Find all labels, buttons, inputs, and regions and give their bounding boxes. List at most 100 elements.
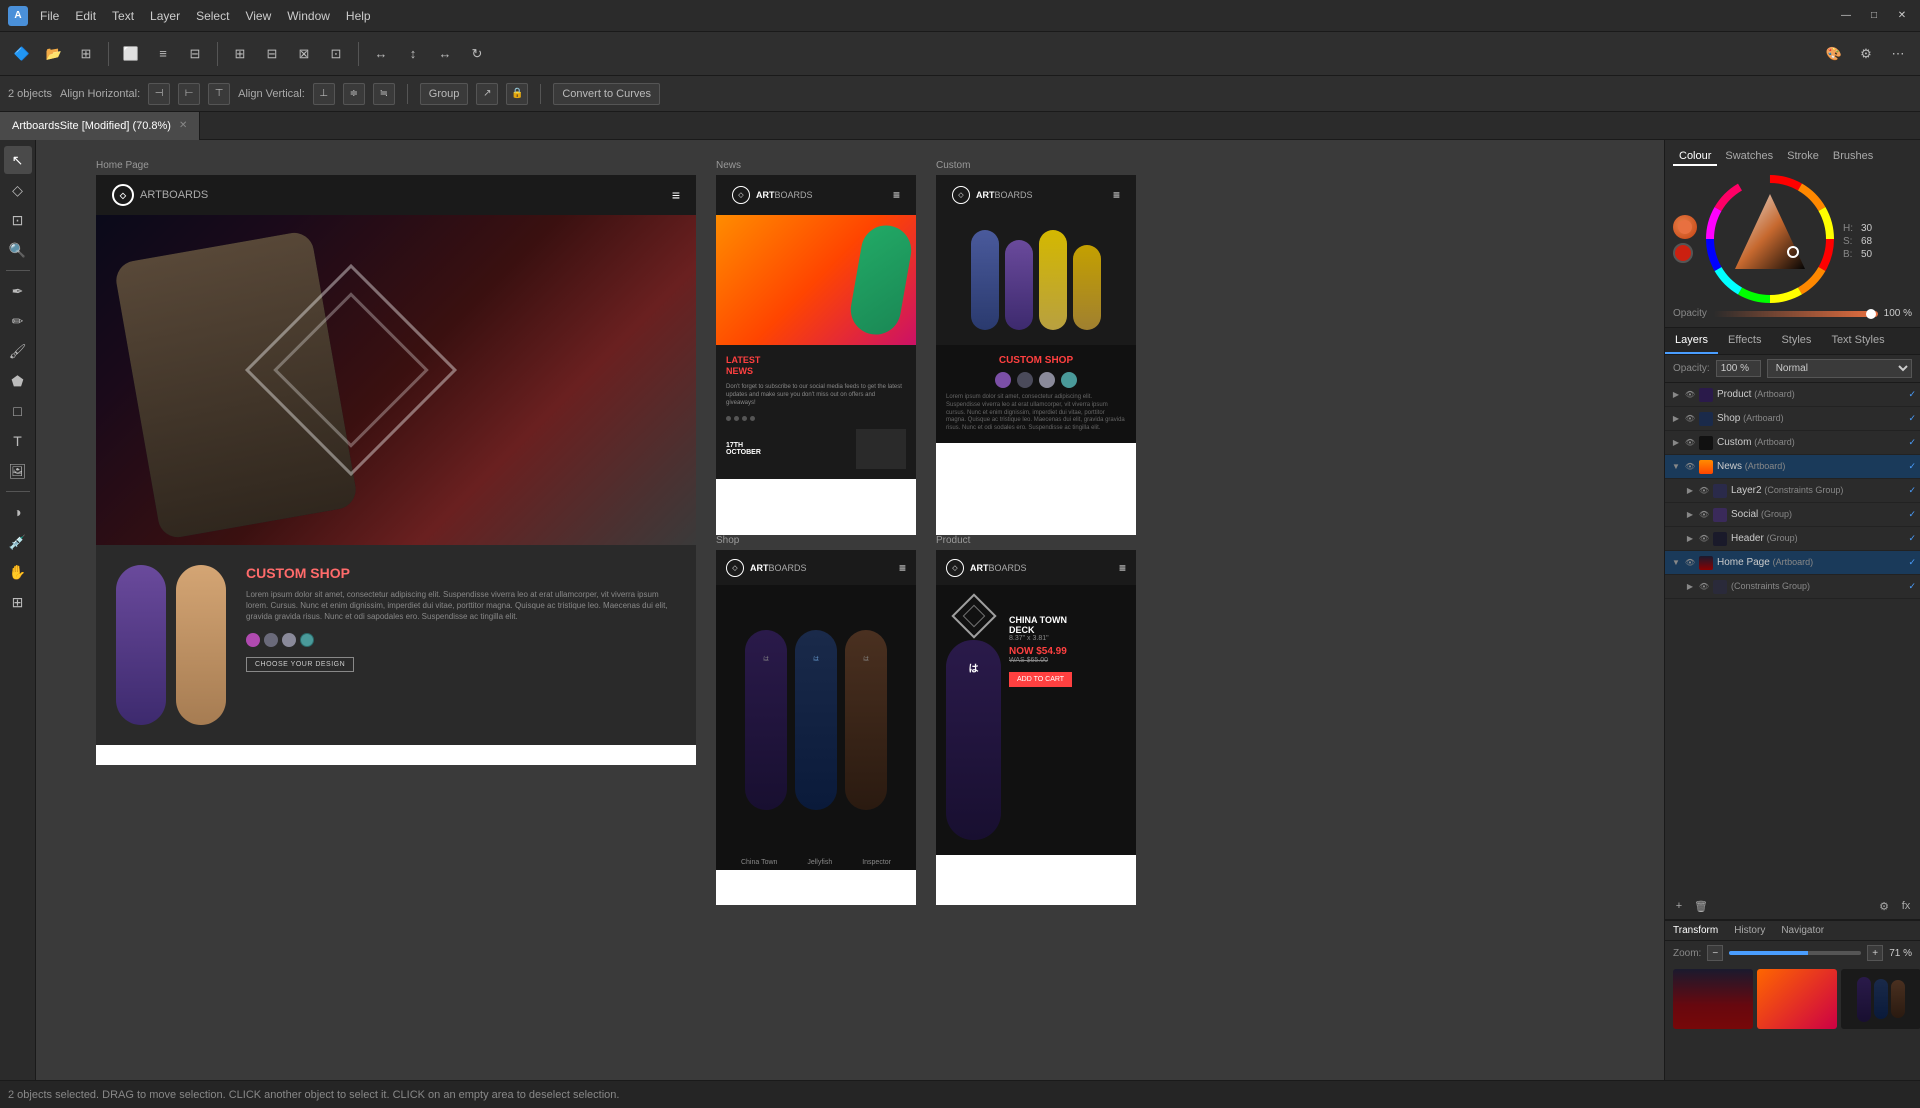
brush-tool[interactable]: 🖌 [4,337,32,365]
home-menu-icon[interactable]: ≡ [672,187,680,203]
layer-product-expand[interactable]: ▶ [1669,388,1683,402]
add-layer-button[interactable]: + [1669,896,1689,916]
foreground-color[interactable] [1673,215,1697,239]
news-artboard[interactable]: ◇ ARTBOARDS ≡ LATESTNEWS Don't forget t [716,175,916,535]
grid-button[interactable]: ⊞ [226,40,254,68]
hand-tool[interactable]: ✋ [4,558,32,586]
rotate-button[interactable]: ↻ [463,40,491,68]
gradient-tool[interactable]: ◑ [4,498,32,526]
menu-help[interactable]: Help [346,9,371,23]
layer-layer2-expand[interactable]: ▶ [1683,484,1697,498]
layer-news[interactable]: ▼ 👁 News (Artboard) ✓ [1665,455,1920,479]
custom-swatch-teal[interactable] [1061,372,1077,388]
zoom-out-button[interactable]: − [1707,945,1723,961]
layer-social-vis[interactable]: 👁 [1697,508,1711,522]
menu-window[interactable]: Window [287,9,330,23]
menu-layer[interactable]: Layer [150,9,180,23]
custom-artboard[interactable]: ◇ ARTBOARDS ≡ [936,175,1136,535]
layer-constraints-vis[interactable]: 👁 [1697,580,1711,594]
transform-tab[interactable]: Transform [1665,921,1726,940]
layer-header-expand[interactable]: ▶ [1683,532,1697,546]
choose-design-button[interactable]: CHOOSE YOUR DESIGN [246,657,354,672]
layer-news-expand[interactable]: ▼ [1669,460,1683,474]
swatch-purple[interactable] [246,633,260,647]
layer-header-vis[interactable]: 👁 [1697,532,1711,546]
align-center-obj-button[interactable]: ⊢ [178,83,200,105]
menu-select[interactable]: Select [196,9,229,23]
align-right-obj-button[interactable]: ⊤ [208,83,230,105]
zoom-in-button[interactable]: + [1867,945,1883,961]
opacity-slider[interactable] [1713,311,1878,317]
pencil-tool[interactable]: ✏ [4,307,32,335]
menu-view[interactable]: View [245,9,271,23]
layer-home-vis[interactable]: 👁 [1683,556,1697,570]
thumb-home[interactable] [1673,969,1753,1029]
menu-edit[interactable]: Edit [75,9,96,23]
select-tool[interactable]: ↖ [4,146,32,174]
transform-button[interactable]: ↔ [367,40,395,68]
align-left-obj-button[interactable]: ⊣ [148,83,170,105]
eyedropper-tool[interactable]: 💉 [4,528,32,556]
navigator-tab[interactable]: Navigator [1773,921,1832,940]
grid3-button[interactable]: ⊠ [290,40,318,68]
align-top-button[interactable]: ⊥ [313,83,335,105]
layer-header[interactable]: ▶ 👁 Header (Group) ✓ [1665,527,1920,551]
layer-custom-expand[interactable]: ▶ [1669,436,1683,450]
align-middle-button[interactable]: ≑ [343,83,365,105]
layer-layer2[interactable]: ▶ 👁 Layer2 (Constraints Group) ✓ [1665,479,1920,503]
tab-swatches[interactable]: Swatches [1719,148,1779,166]
grid4-button[interactable]: ⊡ [322,40,350,68]
custom-swatch-dark[interactable] [1017,372,1033,388]
layer-news-vis[interactable]: 👁 [1683,460,1697,474]
swatch-gray[interactable] [282,633,296,647]
opacity-blend-input[interactable] [1716,360,1761,377]
new-file-button[interactable]: 🔷 [8,40,36,68]
align-left-button[interactable]: ⬜ [117,40,145,68]
custom-swatch-gray[interactable] [1039,372,1055,388]
styles-tab[interactable]: Styles [1771,328,1821,354]
artboard-tool[interactable]: ⊞ [4,588,32,616]
align-right-button[interactable]: ⊟ [181,40,209,68]
close-button[interactable]: ✕ [1892,6,1912,26]
document-tab[interactable]: ArtboardsSite [Modified] (70.8%) ✕ [0,112,200,140]
layer-settings-button[interactable]: ⚙ [1874,896,1894,916]
grid2-button[interactable]: ⊟ [258,40,286,68]
layer-product-vis[interactable]: 👁 [1683,388,1697,402]
flip-h-button[interactable]: ↕ [399,40,427,68]
product-menu-icon[interactable]: ≡ [1119,561,1126,575]
color-button[interactable]: 🎨 [1820,40,1848,68]
zoom-tool[interactable]: 🔍 [4,236,32,264]
layer-constraints-expand[interactable]: ▶ [1683,580,1697,594]
layer-social-expand[interactable]: ▶ [1683,508,1697,522]
home-page-artboard[interactable]: ◇ ARTBOARDS ≡ [96,175,696,765]
layer-layer2-vis[interactable]: 👁 [1697,484,1711,498]
lock-button[interactable]: 🔒 [506,83,528,105]
effects-tab[interactable]: Effects [1718,328,1771,354]
group-button[interactable]: Group [420,83,469,105]
text-styles-tab[interactable]: Text Styles [1821,328,1894,354]
shop-artboard[interactable]: ◇ ARTBOARDS ≡ は は [716,550,916,905]
image-tool[interactable]: 🖼 [4,457,32,485]
layer-fx-button[interactable]: fx [1896,896,1916,916]
tab-brushes[interactable]: Brushes [1827,148,1879,166]
convert-curves-button[interactable]: Convert to Curves [553,83,660,105]
workspace[interactable]: Home Page ◇ ARTBOARDS ≡ [36,140,1664,1080]
custom-swatch-purple[interactable] [995,372,1011,388]
swatch-teal[interactable] [300,633,314,647]
menu-file[interactable]: File [40,9,59,23]
thumb-shop[interactable] [1841,969,1920,1029]
artboard-button[interactable]: ⊞ [72,40,100,68]
maximize-button[interactable]: □ [1864,6,1884,26]
layer-social[interactable]: ▶ 👁 Social (Group) ✓ [1665,503,1920,527]
pen-tool[interactable]: ✒ [4,277,32,305]
text-tool[interactable]: T [4,427,32,455]
more-button[interactable]: ⋯ [1884,40,1912,68]
crop-tool[interactable]: ⊡ [4,206,32,234]
zoom-slider[interactable] [1729,951,1861,955]
thumb-news[interactable] [1757,969,1837,1029]
ungroup-button[interactable]: ↗ [476,83,498,105]
layer-custom[interactable]: ▶ 👁 Custom (Artboard) ✓ [1665,431,1920,455]
node-tool[interactable]: ◇ [4,176,32,204]
delete-layer-button[interactable]: 🗑 [1691,896,1711,916]
open-button[interactable]: 📂 [40,40,68,68]
